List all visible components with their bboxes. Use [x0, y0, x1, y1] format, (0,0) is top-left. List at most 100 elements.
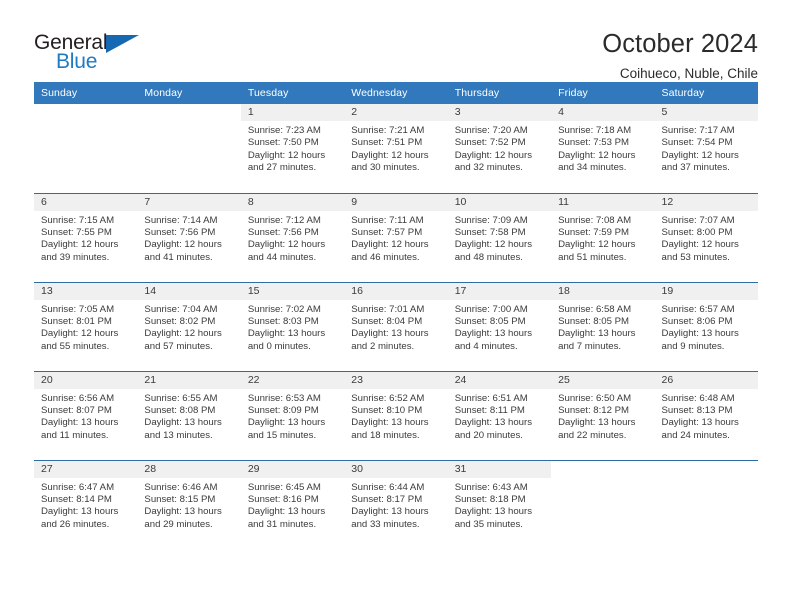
daylight-duration-line1: Daylight: 12 hours — [454, 239, 533, 251]
calendar-day-cell[interactable]: 18 Sunrise: 6:58 AM Sunset: 8:05 PM Dayligh… — [551, 281, 655, 371]
daylight-duration-line1: Daylight: 13 hours — [247, 328, 326, 340]
sunset-time: Sunset: 7:55 PM — [41, 226, 112, 238]
daylight-duration-line2: and 48 minutes. — [454, 251, 523, 263]
calendar-cell-empty — [654, 459, 758, 549]
day-details: Sunrise: 7:23 AM Sunset: 7:50 PM Daylight:… — [241, 121, 344, 175]
calendar-day-cell[interactable]: 26 Sunrise: 6:48 AM Sunset: 8:13 PM Dayligh… — [654, 370, 758, 460]
daylight-duration-line1: Daylight: 13 hours — [351, 417, 429, 429]
sunrise-time: Sunrise: 7:08 AM — [558, 214, 632, 226]
calendar-day-cell[interactable]: 1 Sunrise: 7:23 AM Sunset: 7:50 PM Daylight… — [240, 104, 345, 193]
calendar-day-cell[interactable]: 10 Sunrise: 7:09 AM Sunset: 7:58 PM Dayligh… — [447, 192, 552, 282]
day-details: Sunrise: 6:47 AM Sunset: 8:14 PM Daylight:… — [34, 478, 137, 532]
sunrise-time: Sunrise: 6:53 AM — [247, 392, 321, 404]
weekday-header-wednesday: Wednesday — [344, 82, 448, 104]
calendar-day-cell[interactable]: 24 Sunrise: 6:51 AM Sunset: 8:11 PM Dayligh… — [447, 370, 552, 460]
day-details: Sunrise: 6:45 AM Sunset: 8:16 PM Daylight:… — [241, 478, 344, 532]
calendar-week-row: 20 Sunrise: 6:56 AM Sunset: 8:07 PM Dayligh… — [34, 370, 758, 460]
day-number: 21 — [137, 371, 241, 389]
day-number: 8 — [240, 193, 345, 211]
day-number — [34, 104, 138, 121]
day-details: Sunrise: 6:52 AM Sunset: 8:10 PM Daylight:… — [344, 389, 447, 443]
calendar-day-cell[interactable]: 7 Sunrise: 7:14 AM Sunset: 7:56 PM Daylight… — [137, 192, 241, 282]
sunset-time: Sunset: 7:59 PM — [558, 226, 630, 238]
calendar-day-cell[interactable]: 15 Sunrise: 7:02 AM Sunset: 8:03 PM Dayligh… — [240, 281, 345, 371]
sunrise-time: Sunrise: 7:00 AM — [454, 303, 528, 315]
calendar-week-row: 13 Sunrise: 7:05 AM Sunset: 8:01 PM Dayligh… — [34, 281, 758, 371]
sunset-time: Sunset: 8:00 PM — [661, 226, 733, 238]
sunrise-time: Sunrise: 7:07 AM — [661, 214, 735, 226]
day-number: 4 — [551, 104, 655, 121]
sunset-time: Sunset: 8:03 PM — [247, 315, 319, 327]
calendar-day-cell[interactable]: 12 Sunrise: 7:07 AM Sunset: 8:00 PM Dayligh… — [654, 192, 758, 282]
calendar-day-cell[interactable]: 29 Sunrise: 6:45 AM Sunset: 8:16 PM Dayligh… — [240, 459, 345, 549]
daylight-duration-line2: and 35 minutes. — [454, 518, 523, 530]
daylight-duration-line1: Daylight: 12 hours — [558, 239, 636, 251]
calendar-day-cell[interactable]: 25 Sunrise: 6:50 AM Sunset: 8:12 PM Dayligh… — [551, 370, 655, 460]
sunrise-time: Sunrise: 6:58 AM — [558, 303, 632, 315]
calendar-day-cell[interactable]: 30 Sunrise: 6:44 AM Sunset: 8:17 PM Dayligh… — [344, 459, 448, 549]
sunrise-time: Sunrise: 7:20 AM — [454, 125, 528, 136]
calendar-day-cell[interactable]: 21 Sunrise: 6:55 AM Sunset: 8:08 PM Dayligh… — [137, 370, 241, 460]
calendar-day-cell[interactable]: 20 Sunrise: 6:56 AM Sunset: 8:07 PM Dayligh… — [34, 370, 138, 460]
day-number: 15 — [240, 282, 345, 300]
sunrise-time: Sunrise: 7:14 AM — [144, 214, 218, 226]
day-number: 23 — [344, 371, 448, 389]
sunset-time: Sunset: 7:57 PM — [351, 226, 423, 238]
calendar-day-cell[interactable]: 14 Sunrise: 7:04 AM Sunset: 8:02 PM Dayligh… — [137, 281, 241, 371]
calendar-day-cell[interactable]: 8 Sunrise: 7:12 AM Sunset: 7:56 PM Daylight… — [240, 192, 345, 282]
calendar-day-cell[interactable]: 22 Sunrise: 6:53 AM Sunset: 8:09 PM Dayligh… — [240, 370, 345, 460]
day-details: Sunrise: 6:50 AM Sunset: 8:12 PM Daylight:… — [551, 389, 654, 443]
daylight-duration-line2: and 46 minutes. — [351, 251, 420, 263]
weekday-header-sunday: Sunday — [34, 82, 138, 104]
sunset-time: Sunset: 7:54 PM — [661, 137, 733, 149]
calendar-day-cell[interactable]: 27 Sunrise: 6:47 AM Sunset: 8:14 PM Dayligh… — [34, 459, 138, 549]
daylight-duration-line1: Daylight: 13 hours — [144, 506, 222, 518]
page-title: October 2024 — [602, 30, 758, 58]
day-number: 14 — [137, 282, 241, 300]
daylight-duration-line2: and 57 minutes. — [144, 340, 213, 352]
calendar-day-cell[interactable]: 31 Sunrise: 6:43 AM Sunset: 8:18 PM Dayligh… — [447, 459, 552, 549]
calendar-day-cell[interactable]: 2 Sunrise: 7:21 AM Sunset: 7:51 PM Daylight… — [344, 104, 448, 193]
day-number — [551, 460, 655, 478]
daylight-duration-line1: Daylight: 12 hours — [558, 149, 636, 161]
daylight-duration-line2: and 27 minutes. — [247, 162, 317, 174]
day-details: Sunrise: 6:58 AM Sunset: 8:05 PM Daylight:… — [551, 300, 654, 354]
sunrise-time: Sunrise: 6:48 AM — [661, 392, 735, 404]
calendar-day-cell[interactable]: 3 Sunrise: 7:20 AM Sunset: 7:52 PM Daylight… — [447, 104, 552, 193]
calendar-day-cell[interactable]: 13 Sunrise: 7:05 AM Sunset: 8:01 PM Dayligh… — [34, 281, 138, 371]
sunset-time: Sunset: 8:14 PM — [41, 493, 112, 505]
calendar-day-cell[interactable]: 28 Sunrise: 6:46 AM Sunset: 8:15 PM Dayligh… — [137, 459, 241, 549]
calendar-day-cell[interactable]: 23 Sunrise: 6:52 AM Sunset: 8:10 PM Dayligh… — [344, 370, 448, 460]
day-number: 24 — [447, 371, 552, 389]
day-number: 29 — [240, 460, 345, 478]
sunset-time: Sunset: 8:15 PM — [144, 493, 216, 505]
daylight-duration-line1: Daylight: 12 hours — [41, 239, 119, 251]
sunset-time: Sunset: 8:11 PM — [454, 404, 525, 416]
daylight-duration-line1: Daylight: 13 hours — [454, 506, 533, 518]
calendar-week-row: 6 Sunrise: 7:15 AM Sunset: 7:55 PM Daylight… — [34, 192, 758, 282]
calendar-day-cell[interactable]: 4 Sunrise: 7:18 AM Sunset: 7:53 PM Daylight… — [551, 104, 655, 193]
daylight-duration-line2: and 18 minutes. — [351, 429, 420, 441]
calendar-day-cell[interactable]: 6 Sunrise: 7:15 AM Sunset: 7:55 PM Daylight… — [34, 192, 138, 282]
daylight-duration-line1: Daylight: 13 hours — [247, 506, 326, 518]
daylight-duration-line2: and 20 minutes. — [454, 429, 523, 441]
daylight-duration-line2: and 33 minutes. — [351, 518, 420, 530]
calendar-day-cell[interactable]: 9 Sunrise: 7:11 AM Sunset: 7:57 PM Daylight… — [344, 192, 448, 282]
calendar-cell-empty — [34, 104, 138, 193]
calendar-day-cell[interactable]: 16 Sunrise: 7:01 AM Sunset: 8:04 PM Dayligh… — [344, 281, 448, 371]
calendar-day-cell[interactable]: 5 Sunrise: 7:17 AM Sunset: 7:54 PM Daylight… — [654, 104, 758, 193]
calendar-day-cell[interactable]: 17 Sunrise: 7:00 AM Sunset: 8:05 PM Dayligh… — [447, 281, 552, 371]
day-number: 12 — [654, 193, 758, 211]
daylight-duration-line1: Daylight: 13 hours — [661, 417, 739, 429]
day-details: Sunrise: 6:55 AM Sunset: 8:08 PM Daylight:… — [137, 389, 240, 443]
sunset-time: Sunset: 8:08 PM — [144, 404, 216, 416]
day-number: 19 — [654, 282, 758, 300]
calendar-day-cell[interactable]: 19 Sunrise: 6:57 AM Sunset: 8:06 PM Dayligh… — [654, 281, 758, 371]
general-blue-logo[interactable]: General Blue — [34, 30, 144, 78]
sunset-time: Sunset: 8:07 PM — [41, 404, 112, 416]
calendar-day-cell[interactable]: 11 Sunrise: 7:08 AM Sunset: 7:59 PM Dayligh… — [551, 192, 655, 282]
daylight-duration-line1: Daylight: 12 hours — [247, 149, 326, 161]
day-details: Sunrise: 7:20 AM Sunset: 7:52 PM Daylight:… — [448, 121, 551, 175]
sunset-time: Sunset: 8:04 PM — [351, 315, 423, 327]
sunrise-time: Sunrise: 6:52 AM — [351, 392, 425, 404]
